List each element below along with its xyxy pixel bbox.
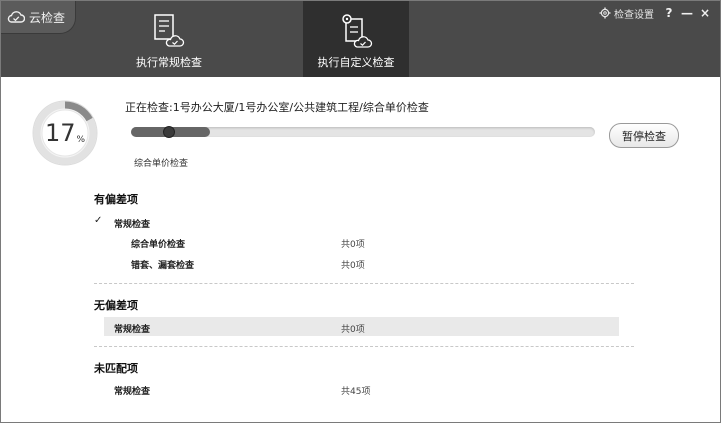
custom-check-button[interactable]: 执行自定义检查 bbox=[303, 1, 409, 77]
check-settings-button[interactable]: 检查设置 bbox=[599, 6, 654, 21]
gear-icon bbox=[599, 7, 611, 19]
deviation-item-count: 共0项 bbox=[341, 240, 365, 250]
unmatched-count: 共45项 bbox=[341, 387, 371, 397]
app-name: 云检查 bbox=[29, 10, 66, 25]
deviation-item-name[interactable]: 错套、漏套检查 bbox=[131, 258, 194, 271]
close-button[interactable]: × bbox=[696, 6, 714, 20]
app-window: 云检查 执行常规检查 执行自定义检查 检查设置 ? — × 17 % 正在检查:… bbox=[0, 0, 721, 423]
section-divider bbox=[94, 283, 634, 284]
document-cloud-icon bbox=[154, 14, 185, 47]
progress-percent-value: 17 bbox=[44, 119, 76, 147]
unmatched-group-label[interactable]: 常规检查 bbox=[114, 384, 150, 397]
no-deviation-group-label[interactable]: 常规检查 bbox=[114, 322, 150, 335]
gear-document-icon bbox=[342, 14, 373, 48]
progress-bar bbox=[131, 126, 595, 138]
toolbar: 云检查 执行常规检查 执行自定义检查 检查设置 ? — × bbox=[1, 1, 720, 77]
pause-check-button[interactable]: 暂停检查 bbox=[609, 123, 679, 148]
progress-percent-unit: % bbox=[76, 135, 86, 145]
unmatched-section-title: 未匹配项 bbox=[94, 362, 138, 375]
progress-percent: 17 % bbox=[29, 97, 101, 169]
checkmark-icon: ✓ bbox=[94, 215, 103, 226]
current-check-path: 正在检查:1号办公大厦/1号办公室/公共建筑工程/综合单价检查 bbox=[125, 101, 429, 114]
deviation-item-name[interactable]: 综合单价检查 bbox=[131, 237, 185, 250]
routine-check-label: 执行常规检查 bbox=[136, 56, 202, 69]
custom-check-label: 执行自定义检查 bbox=[317, 56, 395, 69]
deviation-section-title: 有偏差项 bbox=[94, 193, 138, 206]
deviation-group-label[interactable]: 常规检查 bbox=[114, 217, 150, 230]
no-deviation-section-title: 无偏差项 bbox=[94, 299, 138, 312]
help-button[interactable]: ? bbox=[660, 6, 678, 20]
check-settings-label: 检查设置 bbox=[614, 9, 654, 21]
current-check-item: 综合单价检查 bbox=[134, 159, 189, 169]
cloud-check-icon bbox=[7, 11, 25, 23]
deviation-item-count: 共0项 bbox=[341, 261, 365, 271]
no-deviation-count: 共0项 bbox=[341, 325, 365, 335]
section-divider bbox=[94, 346, 634, 347]
progress-bar-knob bbox=[162, 126, 175, 138]
minimize-button[interactable]: — bbox=[678, 6, 696, 20]
window-controls: 检查设置 ? — × bbox=[599, 5, 714, 21]
routine-check-button[interactable]: 执行常规检查 bbox=[116, 1, 222, 77]
app-logo: 云检查 bbox=[1, 1, 76, 34]
